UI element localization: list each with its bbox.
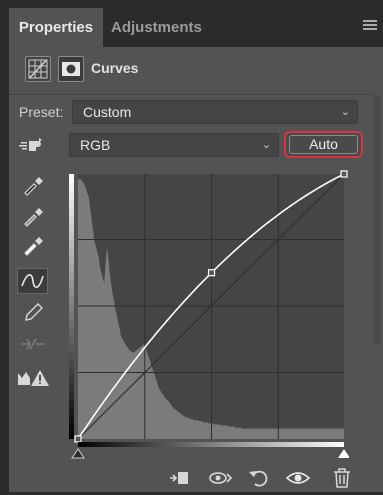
input-gradient-bar [78, 442, 344, 447]
white-point-slider[interactable] [338, 449, 350, 458]
on-image-adjustment-icon[interactable] [19, 135, 43, 157]
clipping-warning-icon[interactable] [17, 368, 51, 388]
layer-mask-icon[interactable] [58, 56, 84, 82]
panel-menu-icon[interactable] [363, 20, 377, 31]
white-point-eyedropper-icon[interactable] [22, 234, 46, 256]
auto-button[interactable]: Auto [284, 131, 363, 158]
reset-adjustment-icon[interactable] [247, 466, 271, 490]
divider [9, 94, 374, 95]
clip-to-layer-icon[interactable] [167, 466, 191, 490]
chevron-down-icon: ⌄ [340, 106, 350, 118]
pencil-draw-icon[interactable] [22, 301, 46, 323]
preset-dropdown[interactable]: Custom ⌄ [72, 100, 358, 124]
toggle-visibility-icon[interactable] [285, 466, 311, 490]
curve-control-point[interactable] [74, 435, 82, 443]
panel-title: Curves [91, 60, 139, 76]
preset-label: Preset: [19, 104, 64, 120]
gray-point-eyedropper-icon[interactable] [22, 205, 46, 227]
panel-scrollbar[interactable] [374, 95, 381, 345]
output-gradient-bar [69, 174, 74, 439]
black-point-eyedropper-icon[interactable] [22, 174, 46, 196]
curve-points-icon[interactable] [17, 268, 48, 294]
curves-adjustment-icon[interactable] [25, 56, 51, 82]
channel-dropdown[interactable]: RGB ⌄ [69, 133, 279, 157]
smooth-curve-icon [20, 333, 44, 355]
delete-adjustment-icon[interactable] [330, 466, 354, 490]
curve-control-point[interactable] [207, 269, 216, 277]
curve-control-point[interactable] [340, 170, 348, 178]
preset-value: Custom [83, 104, 132, 120]
curves-graph[interactable] [69, 170, 350, 462]
tab-properties[interactable]: Properties [9, 8, 103, 47]
view-previous-state-icon[interactable] [207, 466, 233, 490]
panel-bottom-toolbar [160, 466, 360, 490]
auto-button-label: Auto [289, 135, 358, 154]
channel-value: RGB [80, 137, 111, 153]
chevron-down-icon: ⌄ [261, 139, 271, 151]
tab-adjustments[interactable]: Adjustments [111, 8, 202, 47]
black-point-slider[interactable] [71, 448, 85, 459]
